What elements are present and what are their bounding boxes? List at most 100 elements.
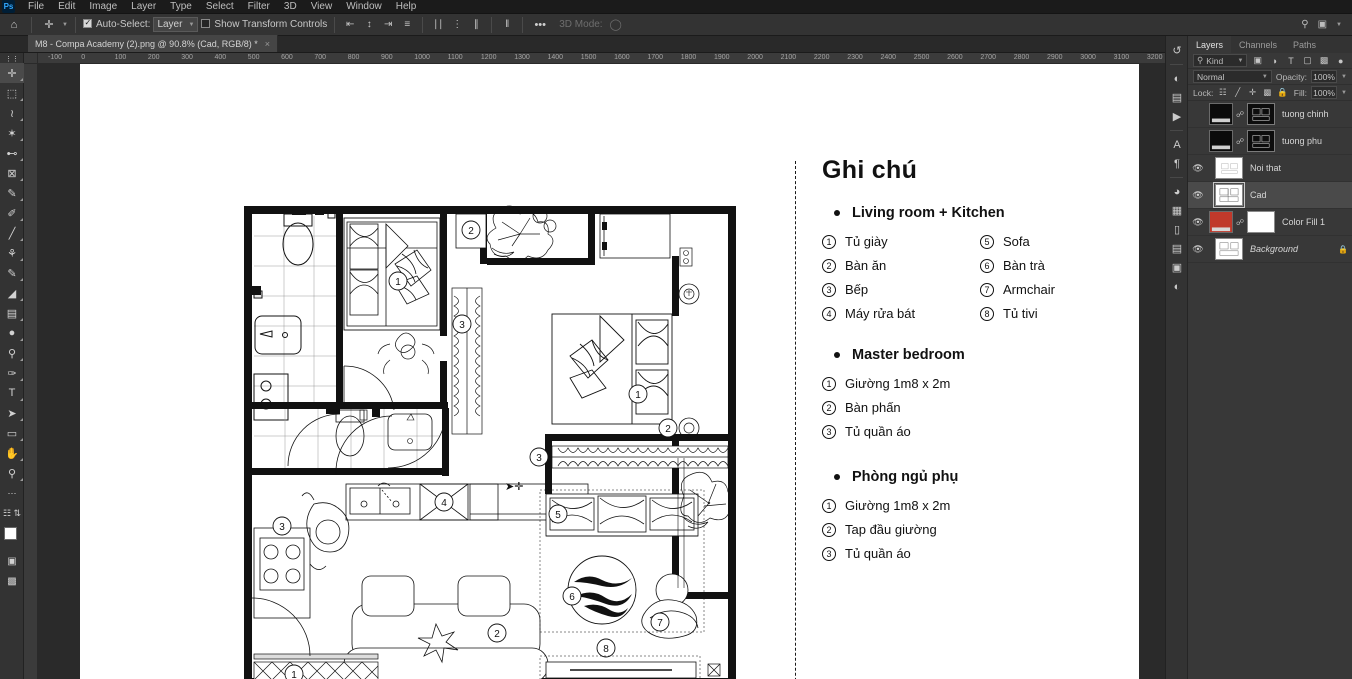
menu-window[interactable]: Window (339, 0, 389, 14)
layer-row-background[interactable]: 👁 Background 🔒 (1188, 236, 1352, 263)
layer-scope-dropdown[interactable]: Layer ▼ (153, 17, 199, 32)
distribute-horizontal-centers-icon[interactable]: ‖ (499, 16, 515, 34)
foreground-color-swatch[interactable] (4, 527, 17, 540)
layer-visibility-toggle[interactable]: 👁 (1190, 244, 1206, 255)
tab-paths[interactable]: Paths (1285, 36, 1324, 53)
document-tab[interactable]: M8 - Compa Academy (2).png @ 90.8% (Cad,… (28, 35, 278, 52)
layer-thumbnail[interactable] (1213, 182, 1245, 208)
quick-mask-icon[interactable]: ▣ (0, 551, 24, 571)
layer-thumbnail[interactable] (1209, 103, 1233, 125)
pen-tool[interactable]: ✑ (0, 363, 24, 383)
gradient-tool[interactable]: ▤ (0, 303, 24, 323)
menu-help[interactable]: Help (389, 0, 424, 14)
layer-name[interactable]: Background (1246, 244, 1335, 254)
more-options-button[interactable]: ••• (530, 16, 550, 34)
layer-row-color-fill-1[interactable]: 👁 ☍ Color Fill 1 (1188, 209, 1352, 236)
path-selection-tool[interactable]: ➤ (0, 403, 24, 423)
tab-layers[interactable]: Layers (1188, 36, 1232, 53)
lock-image-pixels-icon[interactable]: ╱ (1232, 87, 1243, 99)
color-swatches[interactable] (0, 525, 24, 551)
frame-tool[interactable]: ⊠ (0, 163, 24, 183)
canvas-area[interactable]: 1 1 2 3 3 2 3 4 2 1 5 6 7 8 ➤✛ Ghi chú L… (38, 64, 1187, 679)
paragraph-icon[interactable]: ¶ (1166, 154, 1188, 173)
chevron-down-icon[interactable]: ▼ (1341, 90, 1347, 96)
distribute-bottom-edges-icon[interactable]: ∥ (468, 16, 484, 34)
libraries-icon[interactable]: ▣ (1166, 258, 1188, 277)
search-icon[interactable]: ⚲ (1301, 19, 1308, 30)
menu-image[interactable]: Image (82, 0, 124, 14)
eraser-tool[interactable]: ◢ (0, 283, 24, 303)
layer-row-tuong-chinh[interactable]: ☍ tuong chinh (1188, 101, 1352, 128)
menu-view[interactable]: View (304, 0, 340, 14)
screen-mode-icon[interactable]: ▩ (0, 571, 24, 591)
layer-mask-thumbnail[interactable] (1247, 103, 1275, 125)
layer-name[interactable]: tuong phu (1278, 136, 1352, 146)
rectangle-tool[interactable]: ▭ (0, 423, 24, 443)
quick-selection-tool[interactable]: ✶ (0, 123, 24, 143)
layer-thumbnail[interactable] (1209, 130, 1233, 152)
history-icon[interactable]: ↺ (1166, 41, 1188, 60)
eyedropper-tool[interactable]: ✎ (0, 183, 24, 203)
lock-all-icon[interactable]: 🔒 (1277, 87, 1288, 99)
color-icon[interactable]: ◕ (1166, 182, 1188, 201)
edit-toolbar-button[interactable]: ⋯ (0, 483, 24, 503)
menu-layer[interactable]: Layer (124, 0, 163, 14)
align-right-edges-icon[interactable]: ⇥ (380, 16, 396, 34)
spot-healing-brush-tool[interactable]: ✐ (0, 203, 24, 223)
link-icon[interactable]: ☍ (1236, 137, 1244, 146)
blur-tool[interactable]: ● (0, 323, 24, 343)
show-transform-controls-checkbox[interactable]: Show Transform Controls (201, 19, 327, 30)
dodge-tool[interactable]: ⚲ (0, 343, 24, 363)
type-filter-icon[interactable]: T (1285, 54, 1298, 67)
lock-artboard-icon[interactable]: ▩ (1262, 87, 1273, 99)
chevron-down-icon[interactable]: ▼ (1336, 22, 1342, 28)
fill-value[interactable]: 100% (1311, 86, 1338, 99)
type-tool[interactable]: T (0, 383, 24, 403)
layer-name[interactable]: Color Fill 1 (1278, 217, 1352, 227)
lock-transparent-pixels-icon[interactable]: ☷ (1217, 87, 1228, 99)
layer-thumbnail[interactable] (1215, 157, 1243, 179)
character-icon[interactable]: A (1166, 135, 1188, 154)
shape-filter-icon[interactable]: ▢ (1301, 54, 1314, 67)
crop-tool[interactable]: ⊷ (0, 143, 24, 163)
filter-toggle-icon[interactable]: ● (1334, 54, 1347, 67)
layer-mask-thumbnail[interactable] (1247, 130, 1275, 152)
swatches-icon[interactable]: ▦ (1166, 201, 1188, 220)
chevron-down-icon[interactable]: ▼ (1341, 74, 1347, 80)
layer-row-noi-that[interactable]: 👁 Noi that (1188, 155, 1352, 182)
auto-select-checkbox[interactable]: Auto-Select: (82, 18, 150, 30)
artboard[interactable]: 1 1 2 3 3 2 3 4 2 1 5 6 7 8 ➤✛ Ghi chú L… (80, 64, 1139, 679)
workspace-icon[interactable]: ▣ (1318, 19, 1327, 30)
lasso-tool[interactable]: ≀ (0, 103, 24, 123)
align-left-edges-icon[interactable]: ⇤ (342, 16, 358, 34)
layer-name[interactable]: Cad (1246, 190, 1352, 200)
layer-thumbnail[interactable] (1209, 211, 1233, 233)
layer-mask-thumbnail[interactable] (1247, 211, 1275, 233)
rectangular-marquee-tool[interactable]: ⬚ (0, 83, 24, 103)
link-icon[interactable]: ☍ (1236, 110, 1244, 119)
horizontal-ruler[interactable]: -100 0 100 200 300 400 500 600 700 800 900 1000 1100… (38, 53, 1187, 64)
close-icon[interactable]: × (265, 39, 270, 49)
gradients-icon[interactable]: ▯ (1166, 220, 1188, 239)
patterns-icon[interactable]: ▤ (1166, 239, 1188, 258)
home-icon[interactable]: ⌂ (4, 16, 24, 34)
tab-channels[interactable]: Channels (1231, 36, 1285, 53)
brush-tool[interactable]: ╱ (0, 223, 24, 243)
distribute-top-edges-icon[interactable]: ∣∣ (430, 16, 446, 34)
actions-icon[interactable]: ▶ (1166, 107, 1188, 126)
align-horizontal-centers-icon[interactable]: ↕ (361, 16, 377, 34)
properties-icon[interactable]: ▤ (1166, 88, 1188, 107)
clone-stamp-tool[interactable]: ⚘ (0, 243, 24, 263)
layer-name[interactable]: tuong chinh (1278, 109, 1352, 119)
align-top-edges-icon[interactable]: ≡ (399, 16, 415, 34)
layer-row-cad[interactable]: 👁 Cad (1188, 182, 1352, 209)
distribute-vertical-centers-icon[interactable]: ⋮ (449, 16, 465, 34)
history-brush-tool[interactable]: ✎ (0, 263, 24, 283)
menu-type[interactable]: Type (163, 0, 199, 14)
pixel-filter-icon[interactable]: ▣ (1251, 54, 1264, 67)
filter-kind-dropdown[interactable]: ⚲ Kind ▼ (1193, 54, 1248, 67)
move-tool-icon[interactable]: ✛ (39, 16, 59, 34)
hand-tool[interactable]: ✋ (0, 443, 24, 463)
zoom-tool[interactable]: ⚲ (0, 463, 24, 483)
chevron-down-icon[interactable]: ▼ (62, 22, 68, 28)
